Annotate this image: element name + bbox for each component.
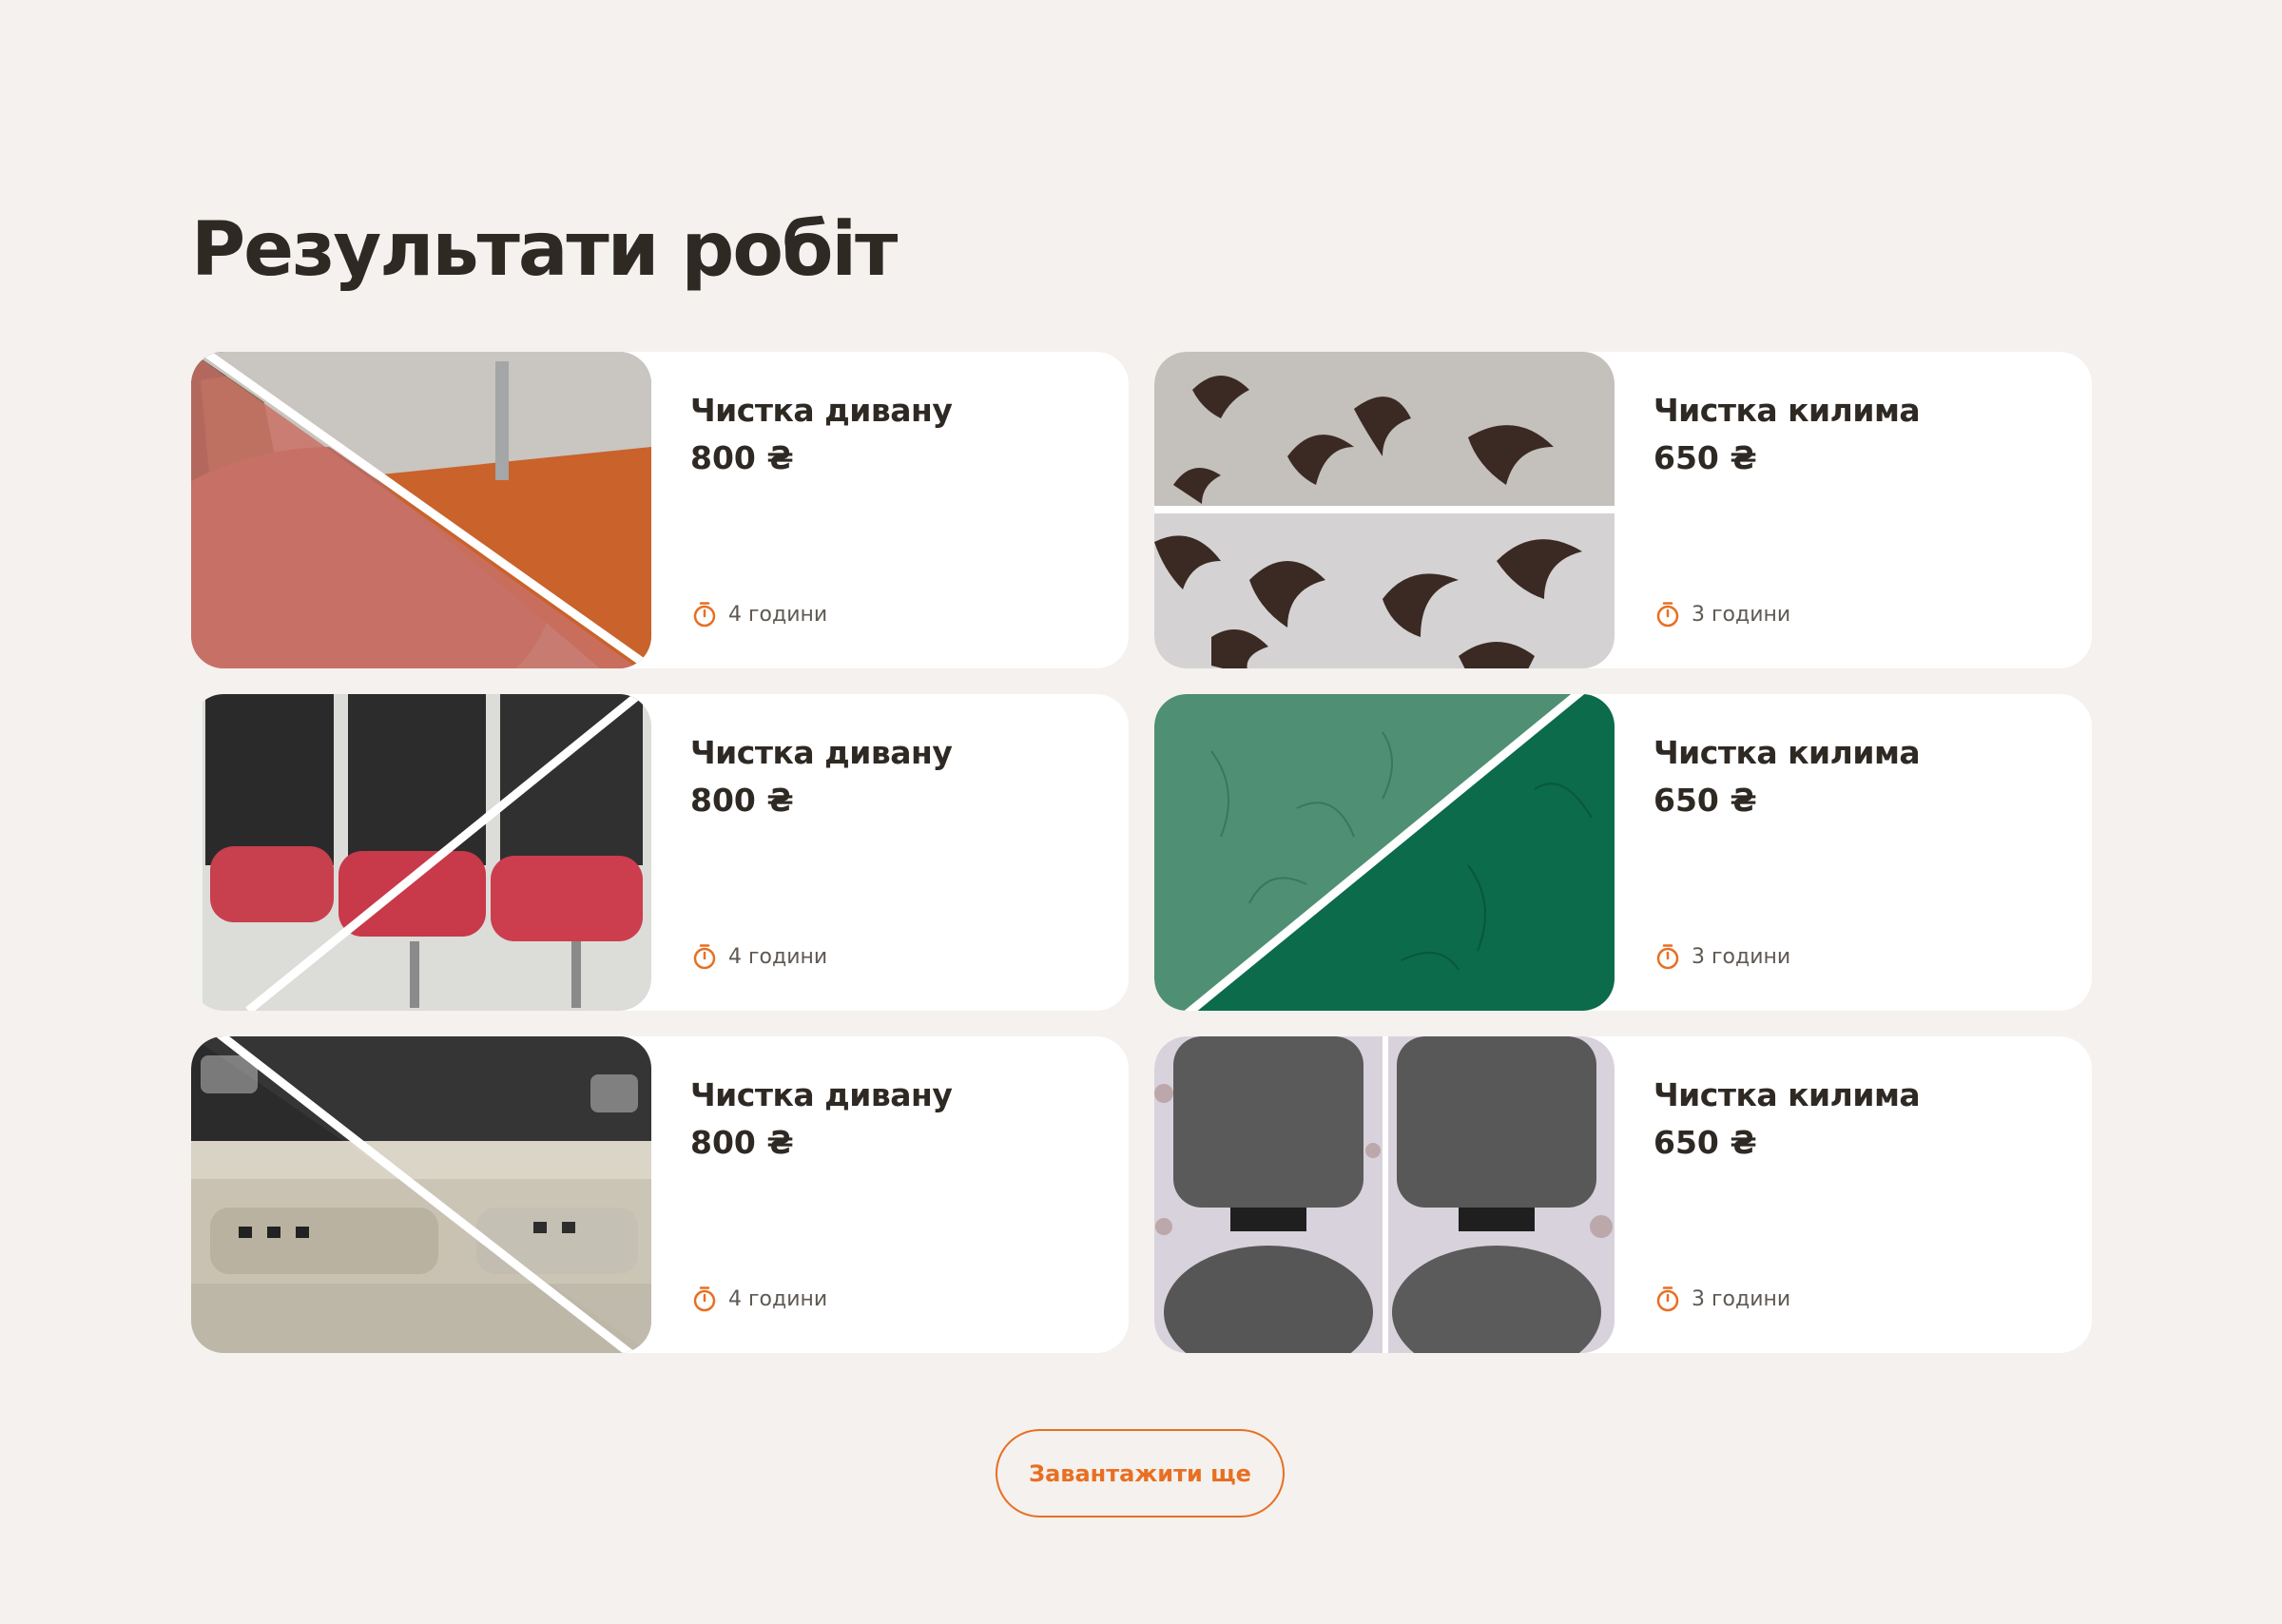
result-duration-text: 4 години	[728, 1286, 828, 1311]
result-duration-text: 3 години	[1692, 944, 1791, 969]
result-card[interactable]: Чистка дивану 800 ₴ 4 години	[191, 1036, 1129, 1353]
result-price: 800 ₴	[690, 439, 794, 476]
result-duration-text: 3 години	[1692, 1286, 1791, 1311]
result-price: 800 ₴	[690, 1124, 794, 1161]
result-card[interactable]: Чистка килима 650 ₴ 3 години	[1154, 694, 2092, 1011]
result-photo-green-fabric	[1154, 694, 1615, 1011]
result-info: Чистка килима 650 ₴ 3 години	[1615, 1036, 2092, 1353]
result-price: 650 ₴	[1653, 1124, 1757, 1161]
result-info: Чистка дивану 800 ₴ 4 години	[651, 694, 1129, 1011]
stopwatch-icon	[1656, 602, 1679, 628]
result-info: Чистка дивану 800 ₴ 4 години	[651, 1036, 1129, 1353]
section-title: Результати робіт	[191, 207, 898, 293]
result-info: Чистка дивану 800 ₴ 4 години	[651, 352, 1129, 668]
result-card[interactable]: Чистка дивану 800 ₴ 4 години	[191, 352, 1129, 668]
result-info: Чистка килима 650 ₴ 3 години	[1615, 694, 2092, 1011]
stopwatch-icon	[1656, 944, 1679, 970]
result-photo-red-chairs	[191, 694, 651, 1011]
result-title: Чистка килима	[1653, 1076, 1921, 1113]
result-title: Чистка дивану	[690, 734, 953, 771]
result-duration: 3 години	[1653, 1285, 1790, 1313]
result-price: 650 ₴	[1653, 782, 1757, 819]
result-duration: 3 години	[1653, 942, 1790, 971]
result-duration: 4 години	[690, 600, 827, 628]
result-title: Чистка дивану	[690, 392, 953, 429]
result-photo-patterned-carpet	[1154, 352, 1615, 668]
result-title: Чистка килима	[1653, 392, 1921, 429]
result-card[interactable]: Чистка килима 650 ₴ 3 години	[1154, 352, 2092, 668]
result-photo-car-door-panel	[191, 1036, 651, 1353]
result-title: Чистка дивану	[690, 1076, 953, 1113]
result-price: 800 ₴	[690, 782, 794, 819]
result-card[interactable]: Чистка дивану 800 ₴ 4 години	[191, 694, 1129, 1011]
result-duration-text: 3 години	[1692, 602, 1791, 627]
result-duration: 4 години	[690, 942, 827, 971]
result-duration-text: 4 години	[728, 944, 828, 969]
result-photo-office-chair-seat	[191, 352, 651, 668]
result-card[interactable]: Чистка килима 650 ₴ 3 години	[1154, 1036, 2092, 1353]
stopwatch-icon	[1656, 1286, 1679, 1312]
stopwatch-icon	[693, 944, 716, 970]
result-price: 650 ₴	[1653, 439, 1757, 476]
result-duration: 4 години	[690, 1285, 827, 1313]
stopwatch-icon	[693, 602, 716, 628]
result-info: Чистка килима 650 ₴ 3 години	[1615, 352, 2092, 668]
result-duration-text: 4 години	[728, 602, 828, 627]
result-duration: 3 години	[1653, 600, 1790, 628]
results-grid: Чистка дивану 800 ₴ 4 години Чистка кили…	[191, 352, 2092, 1353]
results-section: Результати робіт Чистка дивану 800 ₴ 4 г…	[0, 0, 2282, 1624]
stopwatch-icon	[693, 1286, 716, 1312]
result-photo-office-chair-back	[1154, 1036, 1615, 1353]
result-title: Чистка килима	[1653, 734, 1921, 771]
load-more-button[interactable]: Завантажити ще	[996, 1429, 1285, 1518]
